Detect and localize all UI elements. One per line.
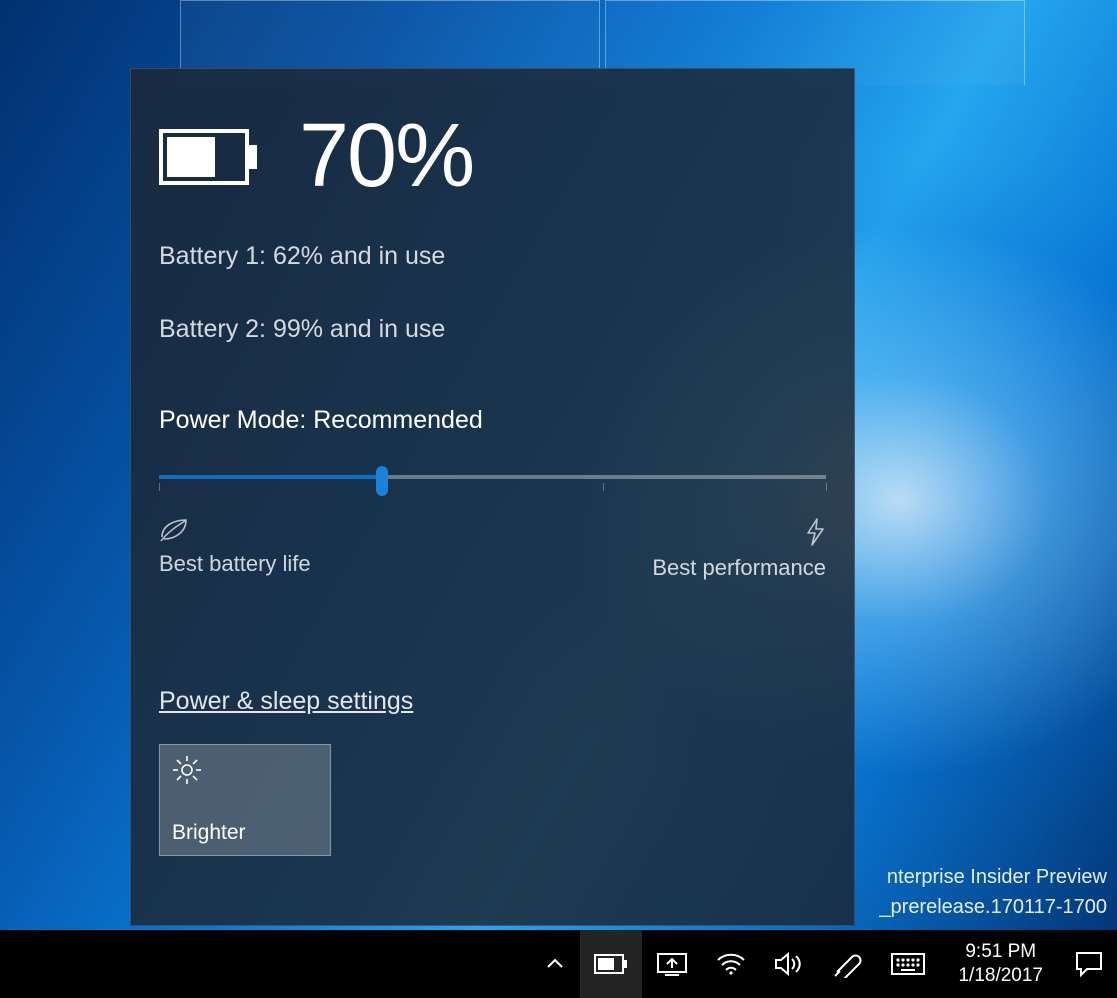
tray-clock[interactable]: 9:51 PM 1/18/2017 [940,930,1061,998]
slider-ticks [159,483,826,493]
sun-icon [172,755,318,785]
slider-left-text: Best battery life [159,551,311,577]
clock-time: 9:51 PM [965,940,1036,964]
tray-overflow-button[interactable] [530,930,580,998]
brightness-tile[interactable]: Brighter [159,744,331,856]
slider-right-text: Best performance [652,555,826,581]
tray-volume-icon[interactable] [760,930,818,998]
battery-icon [159,129,259,185]
battery-flyout: 70% Battery 1: 62% and in use Battery 2:… [130,68,855,926]
battery-header: 70% [159,105,826,208]
clock-date: 1/18/2017 [958,964,1043,988]
brightness-tile-label: Brighter [172,821,318,845]
leaf-icon [159,517,311,543]
slider-labels: Best battery life Best performance [159,517,826,581]
tray-wifi-icon[interactable] [702,930,760,998]
battery-1-status: Battery 1: 62% and in use [159,242,826,271]
watermark-line-1: nterprise Insider Preview [879,862,1107,892]
slider-thumb[interactable] [376,466,388,496]
slider-track-fill [159,475,382,479]
system-tray: 9:51 PM 1/18/2017 [530,930,1117,998]
battery-2-status: Battery 2: 99% and in use [159,315,826,344]
windows-build-watermark: nterprise Insider Preview _prerelease.17… [879,862,1107,922]
power-mode-label: Power Mode: Recommended [159,406,826,435]
lightning-icon [804,517,826,547]
tray-action-center-icon[interactable] [1061,930,1117,998]
slider-label-right: Best performance [652,517,826,581]
tray-battery-icon[interactable] [580,930,642,998]
watermark-line-2: _prerelease.170117-1700 [879,892,1107,922]
taskbar: 9:51 PM 1/18/2017 [0,930,1117,998]
power-sleep-settings-link[interactable]: Power & sleep settings [159,687,413,716]
tray-keyboard-icon[interactable] [876,930,940,998]
tray-project-icon[interactable] [642,930,702,998]
battery-percent: 70% [299,105,473,208]
tray-pen-icon[interactable] [818,930,876,998]
power-mode-slider[interactable] [159,461,826,501]
slider-label-left: Best battery life [159,517,311,581]
